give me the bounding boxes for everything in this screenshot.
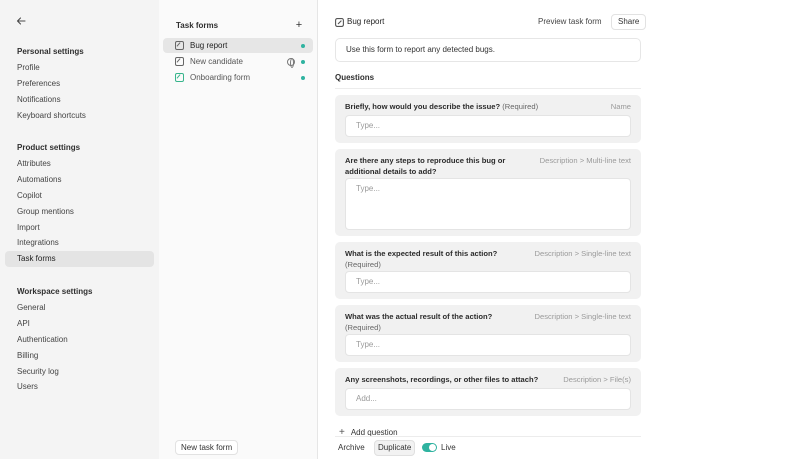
question-type: Description > File(s) [563,375,631,384]
question-type: Description > Multi-line text [539,156,631,165]
question-text: Any screenshots, recordings, or other fi… [345,375,555,386]
product-settings-section: Product settings Attributes Automations … [0,140,159,268]
settings-sidebar: Personal settings Profile Preferences No… [0,0,159,459]
edit-form-icon [175,73,184,82]
required-label: (Required) [345,259,381,269]
questions-heading: Questions [335,73,375,82]
sidebar-item-security-log[interactable]: Security log [5,364,154,380]
form-title: Bug report [347,17,385,26]
file-upload-input[interactable]: Add... [345,388,631,410]
workspace-settings-section: Workspace settings General API Authentic… [0,284,159,395]
globe-icon [287,57,295,68]
duplicate-button[interactable]: Duplicate [374,440,416,456]
sidebar-item-copilot[interactable]: Copilot [5,188,154,204]
form-description-field[interactable]: Use this form to report any detected bug… [335,38,641,62]
question-text: What was the actual result of the action… [345,312,515,333]
form-item-label: Onboarding form [190,73,251,82]
required-label: (Required) [345,322,381,332]
sidebar-item-attributes[interactable]: Attributes [5,156,154,172]
form-editor: Bug report Preview task form Share Use t… [318,0,800,459]
form-item-label: New candidate [190,57,243,66]
divider [335,88,641,89]
question-label: Briefly, how would you describe the issu… [345,102,501,111]
question-label: Any screenshots, recordings, or other fi… [345,375,539,384]
sidebar-item-profile[interactable]: Profile [5,60,154,76]
edit-form-icon [175,41,184,50]
section-heading: Product settings [17,143,81,152]
question-text: What is the expected result of this acti… [345,249,515,270]
question-card[interactable]: Briefly, how would you describe the issu… [335,95,641,143]
sidebar-item-authentication[interactable]: Authentication [5,332,154,348]
answer-input[interactable]: Type... [345,115,631,137]
question-card[interactable]: Any screenshots, recordings, or other fi… [335,368,641,416]
back-arrow-icon[interactable] [14,14,28,28]
sidebar-item-billing[interactable]: Billing [5,348,154,364]
edit-form-icon [335,18,344,29]
divider [335,436,641,437]
question-label: What is the expected result of this acti… [345,249,498,258]
sidebar-item-group-mentions[interactable]: Group mentions [5,204,154,220]
sidebar-item-task-forms[interactable]: Task forms [5,251,154,268]
sidebar-item-general[interactable]: General [5,300,154,316]
sidebar-item-notifications[interactable]: Notifications [5,92,154,108]
form-item-onboarding-form[interactable]: Onboarding form [163,70,313,85]
live-label: Live [441,443,456,452]
new-task-form-button[interactable]: New task form [175,440,239,455]
question-type: Description > Single-line text [534,249,631,258]
panel-title: Task forms [176,21,219,30]
sidebar-item-keyboard-shortcuts[interactable]: Keyboard shortcuts [5,108,154,124]
live-status-dot [301,43,305,48]
section-heading: Personal settings [17,47,84,56]
answer-input[interactable]: Type... [345,334,631,356]
plus-icon[interactable]: + [292,18,306,32]
sidebar-item-integrations[interactable]: Integrations [5,235,154,251]
archive-button[interactable]: Archive [335,441,368,455]
task-forms-panel: Task forms + Bug report New candidate On… [159,0,318,459]
personal-settings-section: Personal settings Profile Preferences No… [0,44,159,124]
sidebar-item-users[interactable]: Users [5,379,154,395]
live-toggle[interactable] [422,443,437,452]
form-item-label: Bug report [190,41,228,50]
question-card[interactable]: Are there any steps to reproduce this bu… [335,149,641,236]
question-text: Briefly, how would you describe the issu… [345,102,545,113]
required-label: (Required) [502,102,539,111]
question-card[interactable]: What was the actual result of the action… [335,305,641,362]
question-text: Are there any steps to reproduce this bu… [345,156,515,177]
question-card[interactable]: What is the expected result of this acti… [335,242,641,299]
sidebar-item-import[interactable]: Import [5,220,154,236]
question-type: Name [610,102,631,111]
question-type: Description > Single-line text [534,312,631,321]
sidebar-item-api[interactable]: API [5,316,154,332]
live-status-dot [301,75,305,80]
answer-input[interactable]: Type... [345,271,631,293]
preview-task-form-button[interactable]: Preview task form [538,15,602,29]
section-heading: Workspace settings [17,287,93,296]
sidebar-item-automations[interactable]: Automations [5,172,154,188]
question-label: What was the actual result of the action… [345,312,493,321]
question-label: Are there any steps to reproduce this bu… [345,156,506,176]
live-status-dot [301,59,305,64]
form-item-new-candidate[interactable]: New candidate [163,54,313,69]
form-item-bug-report[interactable]: Bug report [163,38,313,53]
share-button[interactable]: Share [611,14,647,30]
edit-form-icon [175,57,184,66]
answer-textarea[interactable]: Type... [345,178,631,230]
sidebar-item-preferences[interactable]: Preferences [5,76,154,92]
